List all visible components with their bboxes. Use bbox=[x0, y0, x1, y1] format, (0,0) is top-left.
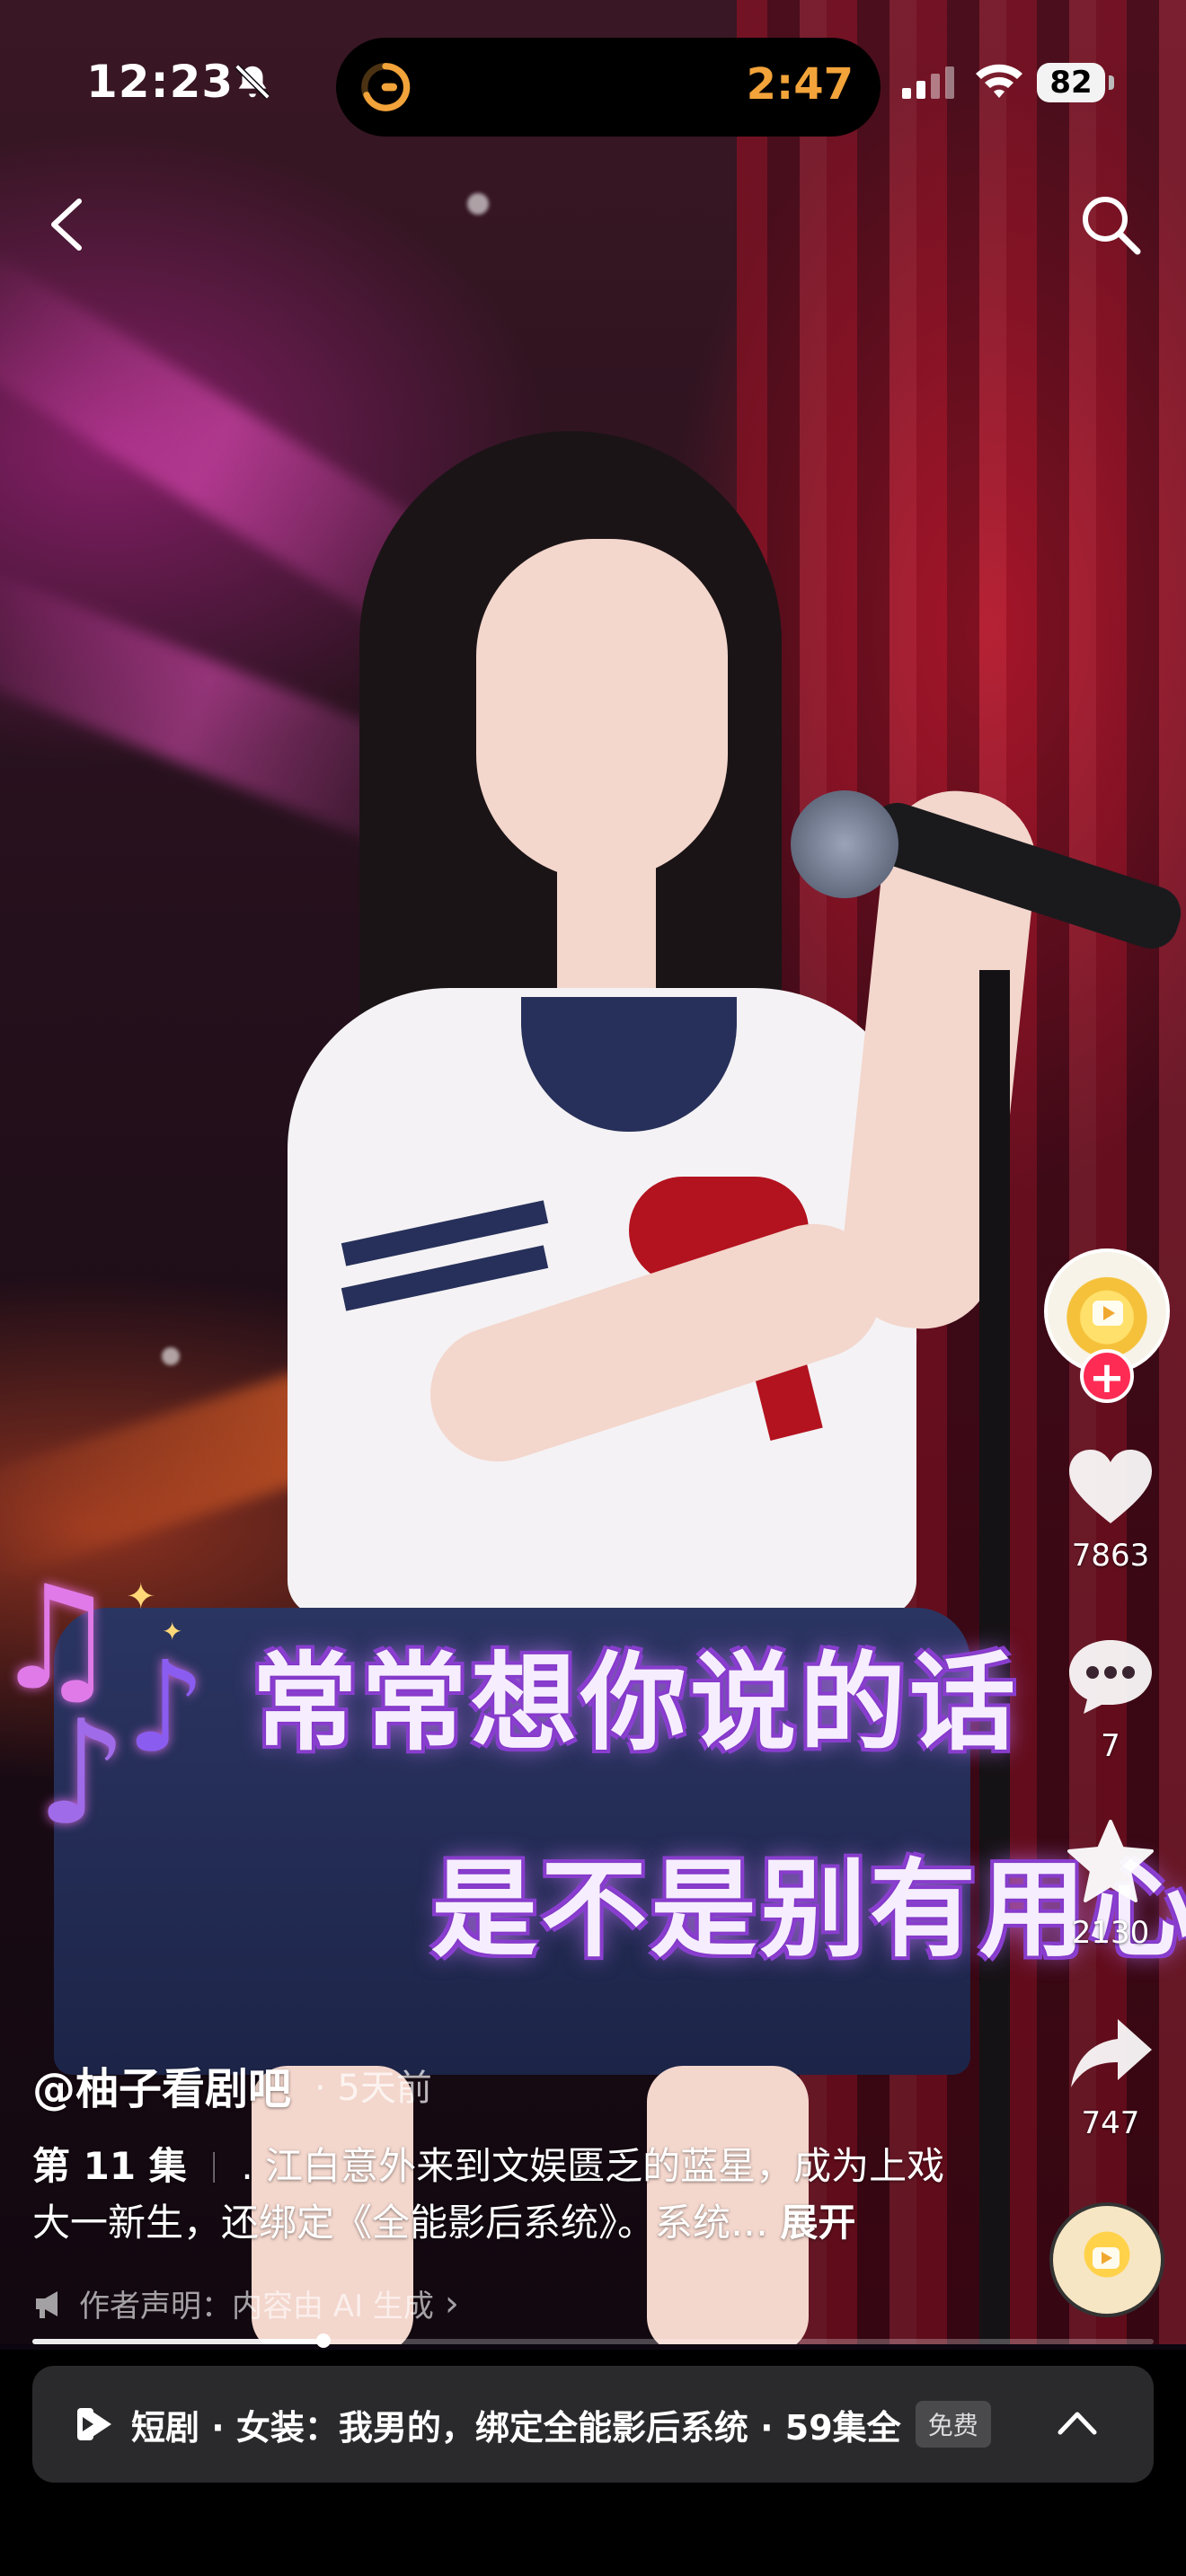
chevron-up-icon[interactable] bbox=[1055, 2405, 1100, 2441]
favorite-count: 2130 bbox=[1071, 1915, 1150, 1951]
subtitle-line-1: 常常想你说的话 bbox=[252, 1640, 1020, 1765]
sparkle-star: ✦ bbox=[126, 1576, 156, 1618]
status-time: 12:23 bbox=[86, 56, 235, 108]
like-button[interactable]: 7863 bbox=[1057, 1446, 1164, 1574]
share-count: 747 bbox=[1081, 2105, 1140, 2141]
wifi-icon bbox=[976, 64, 1022, 98]
declaration-text: 作者声明：内容由 AI 生成 bbox=[79, 2289, 434, 2325]
expand-button[interactable]: 展开 bbox=[780, 2201, 855, 2245]
music-disc-icon[interactable] bbox=[1049, 2202, 1164, 2317]
sparkle-star: ✦ bbox=[162, 1617, 183, 1646]
music-note-decoration: ♪ bbox=[126, 1635, 207, 1781]
megaphone-icon bbox=[36, 2290, 58, 2318]
sparkle bbox=[467, 193, 489, 215]
share-button[interactable]: 747 bbox=[1057, 2014, 1164, 2141]
drama-title: 短剧 · 女装：我男的，绑定全能影后系统 · 59集全 bbox=[131, 2407, 901, 2448]
heart-icon bbox=[1069, 1450, 1152, 1523]
video-player[interactable]: ♫ ♪ ♪ ✦ ✦ 常常想你说的话 是不是别有用心 bbox=[0, 0, 1186, 2344]
episode-separator: ｜ bbox=[199, 2151, 230, 2187]
bell-slash-icon bbox=[235, 64, 270, 100]
sparkle bbox=[162, 1347, 180, 1365]
status-bar: 12:23 2:47 82 bbox=[0, 36, 1186, 137]
like-count: 7863 bbox=[1071, 1538, 1150, 1574]
drama-series-bar[interactable]: 短剧 · 女装：我男的，绑定全能影后系统 · 59集全 免费 bbox=[32, 2366, 1154, 2483]
timer-text: 2:47 bbox=[746, 59, 854, 110]
description-line-1: . 江白意外来到文娱匮乏的蓝星，成为上戏 bbox=[241, 2144, 945, 2188]
episode-label: 第 11 集 bbox=[32, 2144, 187, 2188]
video-progress-fill bbox=[32, 2339, 323, 2344]
back-chevron-icon[interactable] bbox=[34, 189, 97, 260]
dynamic-island[interactable]: 2:47 bbox=[336, 38, 881, 137]
timer-icon bbox=[361, 63, 411, 111]
comment-count: 7 bbox=[1101, 1728, 1120, 1764]
comment-button[interactable]: 7 bbox=[1057, 1635, 1164, 1764]
music-note-decoration: ♪ bbox=[36, 1689, 128, 1857]
description-line-2: 大一新生，还绑定《全能影后系统》。系统… bbox=[32, 2201, 769, 2245]
ai-declaration[interactable]: 作者声明：内容由 AI 生成 › bbox=[32, 2281, 459, 2325]
favorite-button[interactable]: 2130 bbox=[1057, 1818, 1164, 1951]
search-icon[interactable] bbox=[1075, 189, 1146, 260]
follow-plus-icon[interactable]: + bbox=[1080, 1349, 1134, 1403]
battery-icon: 82 bbox=[1037, 63, 1105, 102]
drama-play-icon bbox=[77, 2408, 111, 2440]
star-icon bbox=[1067, 1820, 1154, 1902]
author-name[interactable]: @柚子看剧吧 bbox=[32, 2053, 291, 2116]
comment-icon bbox=[1069, 1640, 1152, 1714]
chevron-right-icon: › bbox=[444, 2282, 459, 2325]
cellular-signal-icon bbox=[902, 66, 954, 99]
video-description[interactable]: 第 11 集 ｜ . 江白意外来到文娱匮乏的蓝星，成为上戏 大一新生，还绑定《全… bbox=[32, 2139, 985, 2250]
video-progress-knob[interactable] bbox=[316, 2333, 331, 2348]
battery-tip bbox=[1109, 75, 1114, 90]
share-icon bbox=[1071, 2019, 1152, 2087]
free-badge: 免费 bbox=[915, 2401, 991, 2448]
post-time: · 5天前 bbox=[314, 2068, 432, 2109]
